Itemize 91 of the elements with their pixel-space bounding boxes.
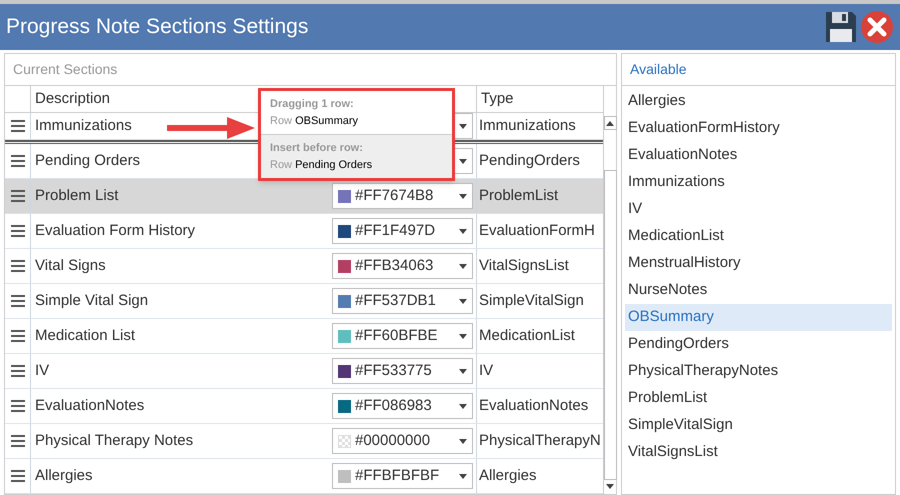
list-item[interactable]: VitalSignsList bbox=[625, 439, 892, 466]
caret-icon bbox=[459, 474, 467, 478]
table-cell-text: EvaluationFormH bbox=[478, 220, 596, 241]
drag-handle-icon[interactable] bbox=[10, 365, 24, 377]
list-item[interactable]: NurseNotes bbox=[625, 277, 892, 304]
checkered-swatch bbox=[338, 434, 351, 448]
table-row[interactable]: Allergies #FFBFBFBF Allergies bbox=[5, 459, 603, 494]
table-cell: Simple Vital Sign bbox=[35, 292, 148, 309]
caret-icon bbox=[606, 120, 614, 126]
table-cell: Problem List bbox=[35, 186, 118, 204]
table-cell-text: Immunizations bbox=[478, 116, 577, 136]
table-cell: Immunizations bbox=[35, 116, 132, 134]
list-item[interactable]: PhysicalTherapyNotes bbox=[625, 358, 892, 385]
table-row[interactable]: Medication List #FF60BFBE MedicationList bbox=[5, 319, 603, 354]
table-cell: Vital Signs bbox=[35, 256, 106, 274]
caret-icon bbox=[606, 484, 614, 488]
drag-handle-icon[interactable] bbox=[10, 155, 24, 167]
drag-handle-icon[interactable] bbox=[10, 295, 24, 307]
table-cell: Evaluation Form History bbox=[35, 222, 196, 239]
table-cell-text: IV bbox=[478, 360, 494, 381]
caret-icon bbox=[459, 404, 467, 408]
caret-icon bbox=[459, 334, 467, 338]
table-cell-text: MedicationList bbox=[478, 326, 576, 346]
table-row[interactable]: IV #FF533775 IV bbox=[5, 354, 603, 389]
list-item[interactable]: Immunizations bbox=[625, 169, 892, 196]
scrollbar[interactable] bbox=[602, 86, 617, 494]
tooltip-heading: Dragging 1 row: bbox=[270, 97, 355, 112]
table-cell: EvaluationNotes bbox=[35, 396, 144, 414]
table-cell-text: VitalSignsList bbox=[478, 256, 570, 276]
list-item[interactable]: PendingOrders bbox=[625, 331, 892, 358]
table-cell-text: SimpleVitalSign bbox=[478, 290, 585, 311]
list-item[interactable]: EvaluationFormHistory bbox=[625, 115, 892, 142]
table-cell-text: EvaluationNotes bbox=[478, 396, 590, 416]
caret-icon bbox=[459, 368, 467, 374]
panel-title: Available bbox=[630, 60, 687, 79]
table-row[interactable]: Physical Therapy Notes #00000000 PhysicalTherapyN bbox=[5, 424, 603, 459]
table-cell: Physical Therapy Notes bbox=[35, 432, 194, 449]
list-item[interactable]: ProblemList bbox=[625, 385, 892, 412]
caret-icon bbox=[459, 228, 467, 234]
list-item[interactable]: IV bbox=[625, 196, 892, 223]
color-dropdown[interactable]: #FF1F497D bbox=[332, 218, 473, 244]
panel-title: Current Sections bbox=[13, 60, 118, 79]
drag-handle-icon[interactable] bbox=[10, 260, 24, 272]
drag-handle-icon[interactable] bbox=[10, 435, 24, 447]
caret-icon bbox=[459, 124, 467, 128]
tooltip-heading: Insert before row: bbox=[270, 141, 364, 156]
drag-handle-icon[interactable] bbox=[10, 120, 24, 132]
list-item[interactable]: OBSummary bbox=[625, 304, 892, 331]
color-dropdown[interactable]: #FF086983 bbox=[332, 393, 473, 419]
color-dropdown[interactable]: #FF7674B8 bbox=[332, 183, 473, 209]
window-title: Progress Note Sections Settings bbox=[6, 14, 310, 40]
color-dropdown[interactable]: #FFB34063 bbox=[332, 253, 473, 279]
list-item[interactable]: MenstrualHistory bbox=[625, 250, 892, 277]
table-cell: Medication List bbox=[35, 326, 136, 344]
drag-handle-icon[interactable] bbox=[10, 400, 24, 412]
caret-icon bbox=[459, 438, 467, 444]
list-item[interactable]: Allergies bbox=[625, 88, 892, 115]
table-row[interactable]: Vital Signs #FFB34063 VitalSignsList bbox=[5, 249, 603, 284]
caret-icon bbox=[459, 158, 467, 164]
table-row[interactable]: Problem List #FF7674B8 ProblemList bbox=[5, 179, 603, 214]
drag-handle-icon[interactable] bbox=[10, 225, 24, 237]
table-row[interactable]: Simple Vital Sign #FF537DB1 SimpleVitalSign bbox=[5, 284, 603, 319]
column-header: Description bbox=[35, 90, 110, 107]
drag-handle-icon[interactable] bbox=[10, 190, 24, 202]
color-dropdown[interactable]: #FF60BFBE bbox=[332, 323, 473, 349]
color-dropdown[interactable]: #FF537DB1 bbox=[332, 288, 473, 314]
table-cell-text: PhysicalTherapyN bbox=[478, 430, 602, 451]
drag-handle-icon[interactable] bbox=[10, 330, 24, 342]
save-icon[interactable] bbox=[824, 10, 858, 44]
table-row[interactable]: EvaluationNotes #FF086983 EvaluationNotes bbox=[5, 389, 603, 424]
column-header: Type bbox=[480, 89, 515, 109]
color-dropdown[interactable]: #00000000 bbox=[332, 428, 473, 454]
drag-handle-icon[interactable] bbox=[10, 470, 24, 482]
caret-icon bbox=[459, 194, 467, 198]
table-cell: Allergies bbox=[35, 466, 93, 484]
tooltip-text: Row OBSummary bbox=[270, 114, 360, 128]
tooltip-text: Row Pending Orders bbox=[270, 158, 374, 172]
table-cell: IV bbox=[35, 362, 50, 379]
caret-icon bbox=[459, 264, 467, 268]
table-cell-text: PendingOrders bbox=[478, 150, 581, 171]
caret-icon bbox=[459, 298, 467, 304]
color-dropdown[interactable]: #FF533775 bbox=[332, 358, 473, 384]
list-item[interactable]: MedicationList bbox=[625, 223, 892, 250]
table-cell: Pending Orders bbox=[35, 152, 140, 169]
table-cell-text: Allergies bbox=[478, 466, 538, 486]
close-icon[interactable] bbox=[860, 10, 894, 44]
table-cell-text: ProblemList bbox=[478, 186, 560, 206]
color-dropdown[interactable]: #FFBFBFBF bbox=[332, 463, 473, 489]
table-row[interactable]: Evaluation Form History #FF1F497D EvaluationFormH bbox=[5, 214, 603, 249]
list-item[interactable]: SimpleVitalSign bbox=[625, 412, 892, 439]
list-item[interactable]: EvaluationNotes bbox=[625, 142, 892, 169]
